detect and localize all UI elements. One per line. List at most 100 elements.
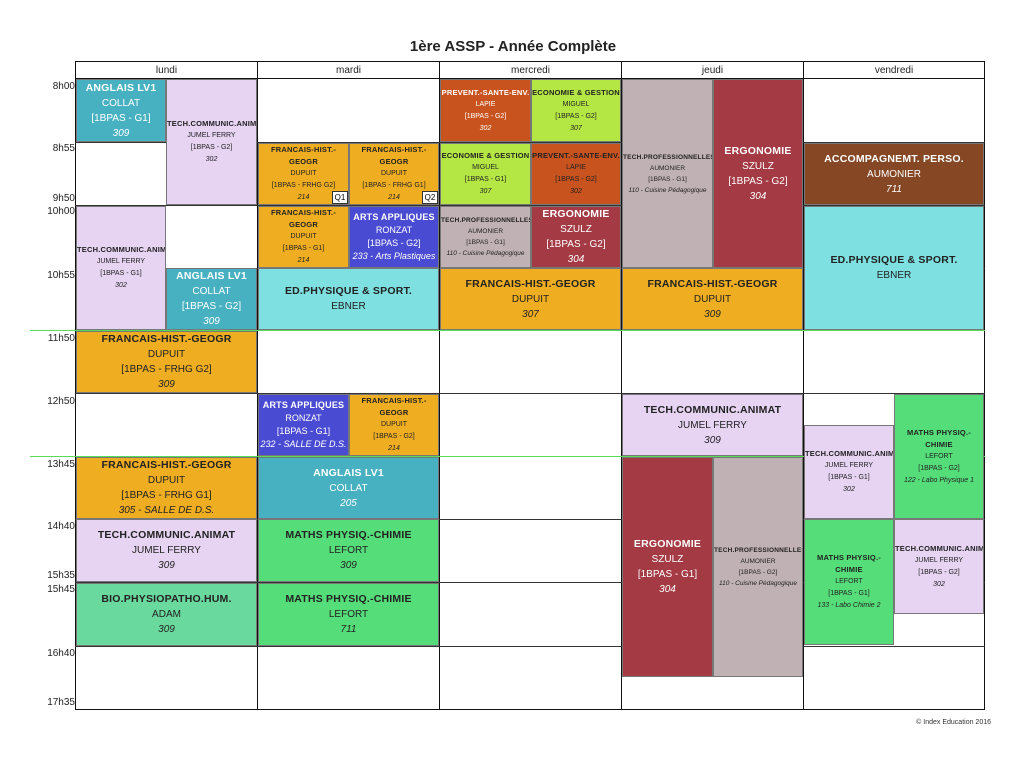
course-block[interactable]: TECH.COMMUNIC.ANIMAT JUMEL FERRY [1BPAS … [894, 519, 984, 614]
course-teacher: JUMEL FERRY [187, 132, 236, 139]
course-block[interactable]: ED.PHYSIQUE & SPORT. EBNER [804, 206, 984, 330]
course-group: [1BPAS - G2] [181, 301, 242, 312]
course-room: 309 [112, 127, 130, 139]
course-subject: TECH.COMMUNIC.ANIMAT [643, 403, 782, 416]
course-subject: TECH.COMMUNIC.ANIMAT [77, 245, 166, 254]
course-block[interactable]: MATHS PHYSIQ.-CHIMIE LEFORT [1BPAS - G2]… [894, 394, 984, 519]
course-room: 304 [749, 190, 767, 202]
course-block[interactable]: TECH.COMMUNIC.ANIMAT JUMEL FERRY 309 [622, 394, 803, 456]
course-teacher: COLLAT [192, 286, 231, 297]
course-block[interactable]: MATHS PHYSIQ.-CHIMIE LEFORT 309 [258, 519, 439, 582]
course-block[interactable]: ARTS APPLIQUES RONZAT [1BPAS - G2] 233 -… [349, 206, 439, 268]
day-header-mardi: mardi [335, 65, 361, 76]
course-block[interactable]: FRANCAIS-HIST.-GEOGR DUPUIT [1BPAS - G2]… [349, 394, 439, 456]
course-room: 309 [704, 308, 721, 320]
course-block[interactable]: ARTS APPLIQUES RONZAT [1BPAS - G1] 232 -… [258, 394, 349, 456]
course-group: [1BPAS - FRHG G2] [121, 364, 212, 375]
course-subject: ARTS APPLIQUES [353, 212, 435, 222]
course-block[interactable]: ANGLAIS LV1 COLLAT [1BPAS - G1] 309 [76, 79, 166, 142]
course-block[interactable]: TECH.COMMUNIC.ANIMAT JUMEL FERRY [1BPAS … [76, 206, 166, 330]
course-teacher: RONZAT [375, 225, 413, 235]
course-group: [1BPAS - G2] [918, 464, 960, 472]
course-block[interactable]: ECONOMIE & GESTION MIGUEL [1BPAS - G2] 3… [531, 79, 621, 142]
course-subject: FRANCAIS-HIST.-GEOGR [101, 333, 232, 345]
course-block[interactable]: PREVENT.-SANTE-ENV. LAPIE [1BPAS - G2] 3… [440, 79, 531, 142]
course-block[interactable]: PREVENT.-SANTE-ENV. LAPIE [1BPAS - G2] 3… [531, 143, 621, 205]
course-block[interactable]: ANGLAIS LV1 COLLAT 205 [258, 457, 439, 519]
course-room: 110 - Cuisine Pédagogique [719, 580, 797, 587]
course-group: [1BPAS - G1] [648, 175, 687, 183]
course-subject: TECH.COMMUNIC.ANIMAT [167, 119, 257, 128]
course-group: [1BPAS - G2] [190, 144, 233, 151]
quinzaine-tag: Q2 [422, 191, 438, 204]
course-group: [1BPAS - G2] [738, 569, 778, 576]
course-room: 302 [933, 580, 945, 588]
course-block[interactable]: FRANCAIS-HIST.-GEOGR DUPUIT [1BPAS - FRH… [349, 143, 439, 205]
course-block[interactable]: FRANCAIS-HIST.-GEOGR DUPUIT [1BPAS - G1]… [258, 206, 349, 268]
time-label: 17h35 [47, 697, 75, 708]
course-block[interactable]: TECH.COMMUNIC.ANIMAT JUMEL FERRY [1BPAS … [166, 79, 257, 205]
course-subject: ERGONOMIE [542, 208, 610, 220]
course-block[interactable]: TECH.COMMUNIC.ANIMAT JUMEL FERRY 309 [76, 519, 257, 582]
course-subject: TECH.PROFESSIONNELLES [714, 547, 803, 554]
course-room: 302 [570, 188, 582, 195]
course-subject: TECH.PROFESSIONNELLES [441, 217, 531, 224]
course-room: 305 - SALLE DE D.S. [118, 505, 215, 516]
course-block[interactable]: MATHS PHYSIQ.-CHIMIE LEFORT [1BPAS - G1]… [804, 519, 894, 645]
course-room: 122 - Labo Physique 1 [903, 476, 975, 484]
course-block[interactable]: TECH.PROFESSIONNELLES AUMONIER [1BPAS - … [622, 79, 713, 268]
course-subject: ANGLAIS LV1 [85, 81, 157, 94]
course-block[interactable]: MATHS PHYSIQ.-CHIMIE LEFORT 711 [258, 583, 439, 646]
course-teacher: DUPUIT [693, 293, 732, 305]
course-block[interactable]: ERGONOMIE SZULZ [1BPAS - G2] 304 [531, 206, 621, 268]
course-block[interactable]: FRANCAIS-HIST.-GEOGR DUPUIT 309 [622, 268, 803, 330]
course-subject: ED.PHYSIQUE & SPORT. [830, 254, 958, 266]
course-teacher: LEFORT [835, 578, 863, 585]
course-subject: TECH.COMMUNIC.ANIMAT [805, 449, 894, 458]
time-label: 8h55 [52, 143, 75, 154]
course-subject: ERGONOMIE [633, 538, 702, 550]
time-label: 10h55 [47, 270, 75, 281]
course-block[interactable]: ECONOMIE & GESTION MIGUEL [1BPAS - G1] 3… [440, 143, 531, 205]
course-block[interactable]: TECH.PROFESSIONNELLES AUMONIER [1BPAS - … [713, 457, 803, 677]
course-teacher: MIGUEL [562, 100, 590, 108]
course-teacher: DUPUIT [380, 170, 408, 177]
course-room: 110 - Cuisine Pédagogique [446, 250, 525, 257]
course-block[interactable]: TECH.PROFESSIONNELLES AUMONIER [1BPAS - … [440, 206, 531, 268]
course-room: 309 [340, 560, 357, 571]
course-teacher: AUMONIER [649, 164, 686, 172]
course-block[interactable]: TECH.COMMUNIC.ANIMAT JUMEL FERRY [1BPAS … [804, 425, 894, 519]
course-room: 304 [567, 254, 585, 265]
course-subject: ACCOMPAGNEMT. PERSO. [824, 152, 964, 165]
course-room: 309 [158, 560, 175, 571]
course-teacher: SZULZ [560, 224, 592, 235]
course-group: [1BPAS - G1] [637, 569, 698, 580]
course-teacher: LEFORT [328, 545, 369, 556]
course-subject: FRANCAIS-HIST.-GEOGR [361, 396, 427, 417]
course-block[interactable]: ERGONOMIE SZULZ [1BPAS - G1] 304 [622, 457, 713, 677]
course-block[interactable]: ANGLAIS LV1 COLLAT [1BPAS - G2] 309 [166, 268, 257, 330]
course-subject: ECONOMIE & GESTION [532, 87, 620, 97]
course-room: 214 [297, 257, 310, 264]
course-group: [1BPAS - G2] [546, 239, 606, 250]
course-group: [1BPAS - G2] [373, 433, 415, 440]
course-room: 309 [158, 624, 175, 635]
course-room: 711 [340, 624, 357, 635]
course-block[interactable]: ED.PHYSIQUE & SPORT. EBNER [258, 268, 439, 330]
course-block[interactable]: BIO.PHYSIOPATHO.HUM. ADAM 309 [76, 583, 257, 646]
course-subject: FRANCAIS-HIST.-GEOGR [270, 145, 337, 166]
course-room: 233 - Arts Plastiques [352, 251, 436, 261]
course-teacher: AUMONIER [867, 168, 921, 180]
course-subject: FRANCAIS-HIST.-GEOGR [465, 277, 596, 290]
course-block[interactable]: ACCOMPAGNEMT. PERSO. AUMONIER 711 [804, 143, 984, 205]
course-teacher: JUMEL FERRY [678, 419, 747, 431]
course-block[interactable]: FRANCAIS-HIST.-GEOGR DUPUIT [1BPAS - FRH… [76, 331, 257, 393]
course-subject: MATHS PHYSIQ.-CHIMIE [907, 427, 971, 449]
course-block[interactable]: ERGONOMIE SZULZ [1BPAS - G2] 304 [713, 79, 803, 268]
course-block[interactable]: FRANCAIS-HIST.-GEOGR DUPUIT [1BPAS - FRH… [76, 457, 257, 519]
course-room: 302 [115, 282, 127, 289]
course-room: 711 [886, 183, 902, 195]
course-block[interactable]: FRANCAIS-HIST.-GEOGR DUPUIT 307 [440, 268, 621, 330]
course-block[interactable]: FRANCAIS-HIST.-GEOGR DUPUIT [1BPAS - FRH… [258, 143, 349, 205]
course-teacher: AUMONIER [467, 228, 504, 235]
